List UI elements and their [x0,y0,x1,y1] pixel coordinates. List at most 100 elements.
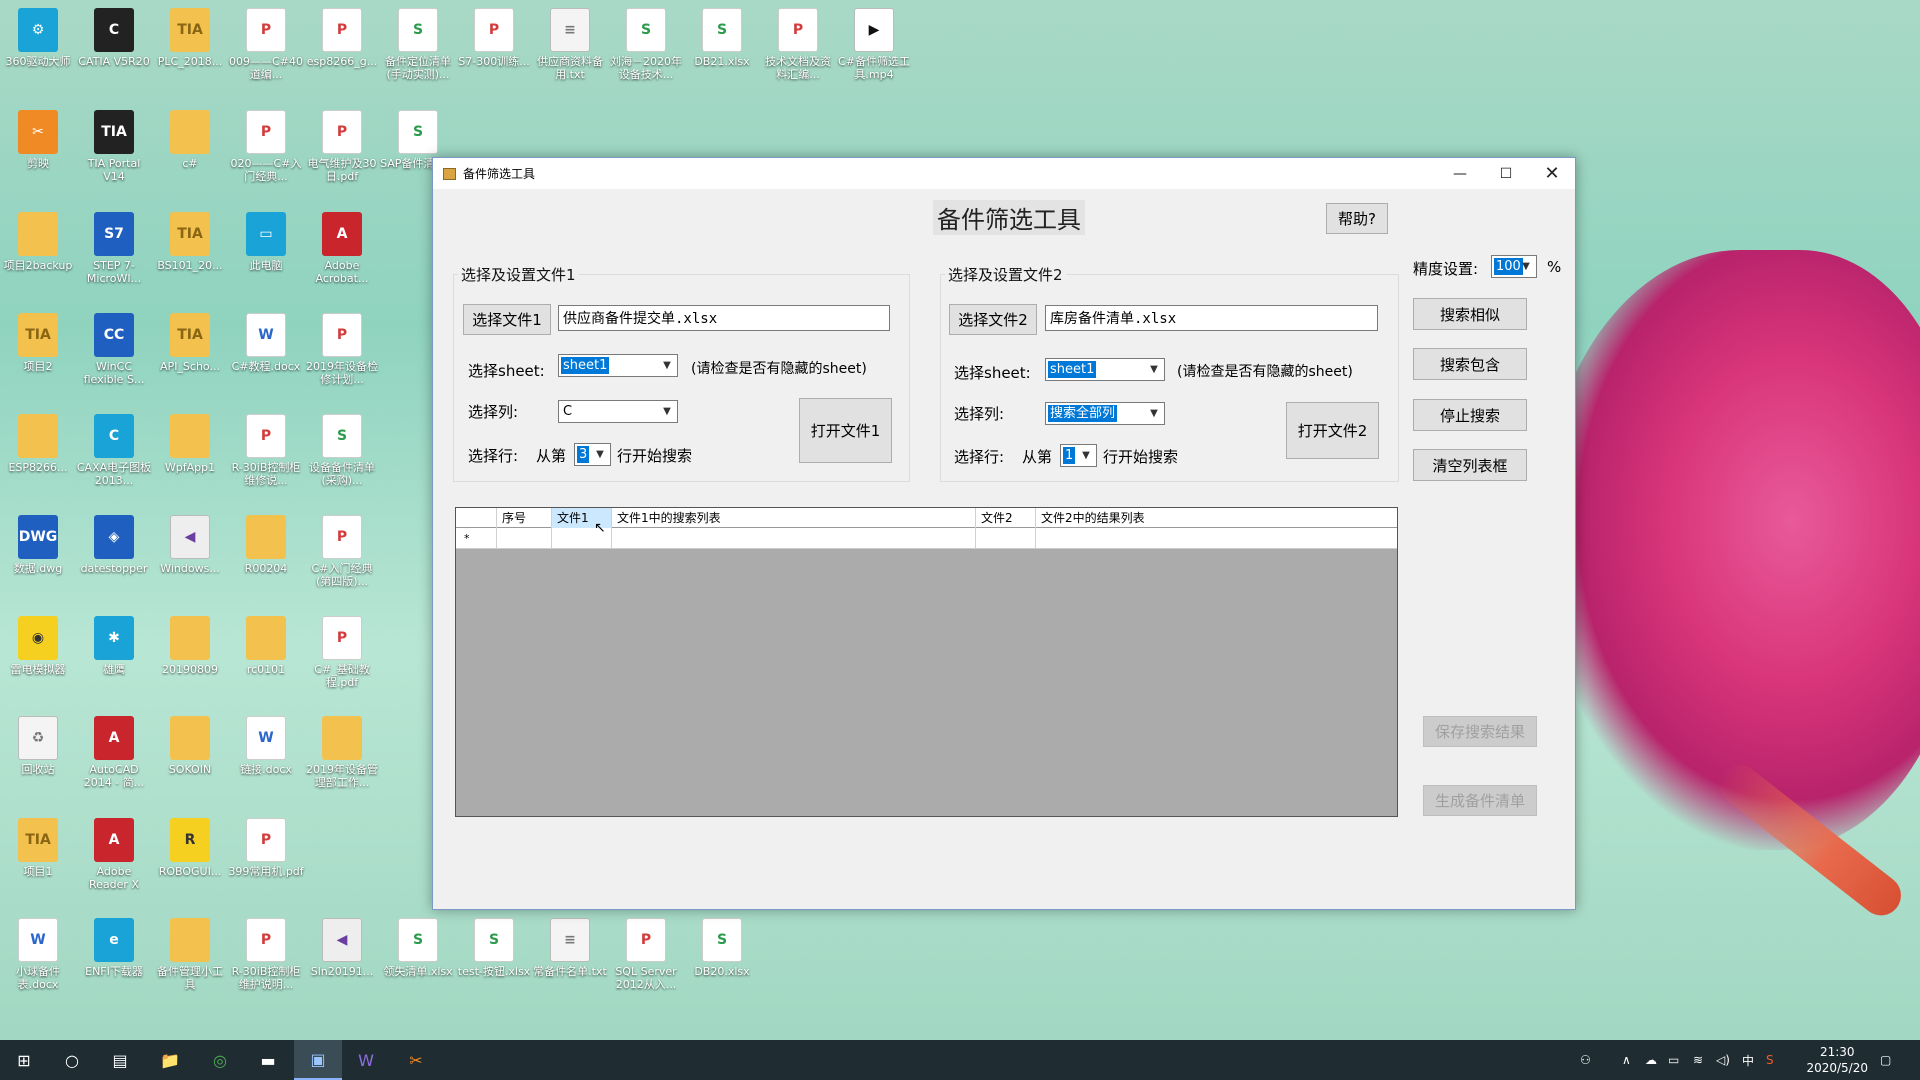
file1-path-field[interactable]: 供应商备件提交单.xlsx [558,305,890,331]
desktop-icon[interactable]: C CATIA V5R20 [76,8,152,68]
desktop-icon[interactable]: W C#教程.docx [228,313,304,373]
desktop-icon[interactable]: C CAXA电子图板2013... [76,414,152,487]
desktop-icon[interactable]: S7 STEP 7-MicroWI... [76,212,152,285]
search-icon[interactable]: ○ [48,1040,96,1080]
tray-chevron-up-icon[interactable]: ∧ [1622,1040,1631,1080]
desktop-icon[interactable]: P 020——C#入门经典... [228,110,304,183]
choose-file1-button[interactable]: 选择文件1 [463,304,551,335]
open-file2-button[interactable]: 打开文件2 [1286,402,1379,459]
tray-network-icon[interactable]: ☁ [1645,1040,1657,1080]
desktop-icon[interactable]: SOKOIN [152,716,228,776]
desktop-icon[interactable]: ▶ C#备件筛选工具.mp4 [836,8,912,81]
file-explorer-icon[interactable]: 📁 [146,1040,194,1080]
desktop-icon[interactable]: ▭ 此电脑 [228,212,304,272]
desktop-icon[interactable]: R ROBOGUI... [152,818,228,878]
terminal-icon[interactable]: ▬ [244,1040,292,1080]
desktop-icon[interactable]: DWG 数据.dwg [0,515,76,575]
desktop-icon[interactable]: P R-30iB控制柜维修说... [228,414,304,487]
desktop-icon[interactable]: 20190809 [152,616,228,676]
desktop-icon[interactable]: TIA BS101_20... [152,212,228,272]
desktop-icon[interactable]: TIA 项目2 [0,313,76,373]
file1-row-select[interactable]: 3 ▼ [574,443,611,466]
grid-header-file2[interactable]: 文件2 [976,508,1036,528]
desktop-icon[interactable]: Stest-按钮.xlsx [456,918,532,978]
tray-app-icon[interactable]: S [1766,1040,1774,1080]
desktop-icon[interactable]: rc0101 [228,616,304,676]
desktop-icon[interactable]: A Adobe Reader X [76,818,152,891]
file2-sheet-select[interactable]: sheet1 ▼ [1045,358,1165,381]
grid-header-index[interactable]: 序号 [497,508,552,528]
desktop-icon[interactable]: ◉ 雷电模拟器 [0,616,76,676]
file1-sheet-select[interactable]: sheet1 ▼ [558,354,678,377]
desktop-icon[interactable]: P 电气维护及30日.pdf [304,110,380,183]
notification-icon[interactable]: ▢ [1880,1040,1891,1080]
desktop-icon[interactable]: S 设备备件清单(采购)... [304,414,380,487]
desktop-icon[interactable]: ESP8266... [0,414,76,474]
search-contains-button[interactable]: 搜索包含 [1413,348,1527,380]
desktop-icon[interactable]: S 备件定位清单(手动实测)... [380,8,456,81]
desktop-icon[interactable]: 备件管理小工具 [152,918,228,991]
grid-cell[interactable] [1036,528,1397,549]
task-view-icon[interactable]: ▤ [96,1040,144,1080]
grid-cell[interactable] [497,528,552,549]
desktop-icon[interactable]: TIA PLC_2018... [152,8,228,68]
minimize-button[interactable]: — [1437,158,1483,189]
desktop-icon[interactable]: 2019年设备管理部工作... [304,716,380,789]
open-file1-button[interactable]: 打开文件1 [799,398,892,463]
desktop-icon[interactable]: CC WinCC flexible S... [76,313,152,386]
help-button[interactable]: 帮助? [1326,203,1388,234]
desktop-icon[interactable]: TIA TIA Portal V14 [76,110,152,183]
desktop-icon[interactable]: P C#_基础教程.pdf [304,616,380,689]
desktop-icon[interactable]: ◀ Windows... [152,515,228,575]
visual-studio-icon[interactable]: W [342,1040,390,1080]
desktop-icon[interactable]: P 009——C#40道编... [228,8,304,81]
maximize-button[interactable]: ☐ [1483,158,1529,189]
tray-wifi-icon[interactable]: ≋ [1693,1040,1703,1080]
file2-path-field[interactable]: 库房备件清单.xlsx [1045,305,1378,331]
desktop-icon[interactable]: W 链接.docx [228,716,304,776]
save-results-button[interactable]: 保存搜索结果 [1423,716,1537,747]
desktop-icon[interactable]: e ENFI下载器 [76,918,152,978]
results-grid[interactable]: 序号 文件1 文件1中的搜索列表 文件2 文件2中的结果列表 * [455,507,1398,817]
file2-column-select[interactable]: 搜索全部列 ▼ [1045,402,1165,425]
clock[interactable]: 21:30 2020/5/20 [1806,1044,1868,1076]
desktop-icon[interactable]: S DB21.xlsx [684,8,760,68]
desktop-icon[interactable]: ✂ 剪映 [0,110,76,170]
desktop-icon[interactable]: ✱ 雄鹰 [76,616,152,676]
desktop-icon[interactable]: S 刘海－2020年设备技术... [608,8,684,81]
desktop-icon[interactable]: R00204 [228,515,304,575]
file1-column-select[interactable]: C ▼ [558,400,678,423]
choose-file2-button[interactable]: 选择文件2 [949,304,1037,335]
spare-parts-tool-taskbar-icon[interactable]: ▣ [294,1040,342,1080]
search-similar-button[interactable]: 搜索相似 [1413,298,1527,330]
desktop-icon[interactable]: ⚙ 360驱动大师 [0,8,76,68]
desktop-icon[interactable]: A AutoCAD 2014 - 简... [76,716,152,789]
grid-cell[interactable] [612,528,976,549]
tray-person-icon[interactable]: ⚇ [1580,1040,1591,1080]
desktop-icon[interactable]: P 399常用机.pdf [228,818,304,878]
file2-row-select[interactable]: 1 ▼ [1060,444,1097,467]
video-editor-icon[interactable]: ✂ [392,1040,440,1080]
desktop-icon[interactable]: P R-30iB控制柜维护说明... [228,918,304,991]
tray-volume-icon[interactable]: ◁) [1716,1040,1730,1080]
desktop-icon[interactable]: S DB20.xlsx [684,918,760,978]
desktop-icon[interactable]: P 技术文档及资料汇编... [760,8,836,81]
desktop-icon[interactable]: WpfApp1 [152,414,228,474]
desktop-icon[interactable]: P SQL Server 2012从入... [608,918,684,991]
grid-header-file2-list[interactable]: 文件2中的结果列表 [1036,508,1397,528]
desktop-icon[interactable]: TIA 项目1 [0,818,76,878]
stop-search-button[interactable]: 停止搜索 [1413,399,1527,431]
generate-list-button[interactable]: 生成备件清单 [1423,785,1537,816]
clear-list-button[interactable]: 清空列表框 [1413,449,1527,481]
desktop-icon[interactable]: P C#入门经典(第四版)... [304,515,380,588]
desktop-icon[interactable]: W 小球备件表.docx [0,918,76,991]
desktop-icon[interactable]: ♻ 回收站 [0,716,76,776]
desktop-icon[interactable]: A Adobe Acrobat... [304,212,380,285]
desktop-icon[interactable]: ≡ 供应商资料备用.txt [532,8,608,81]
chrome-icon[interactable]: ◎ [196,1040,244,1080]
desktop-icon[interactable]: P 2019年设备检修计划... [304,313,380,386]
tray-battery-icon[interactable]: ▭ [1668,1040,1679,1080]
desktop-icon[interactable]: ◈ datestopper [76,515,152,575]
desktop-icon[interactable]: ≡ 常备件名单.txt [532,918,608,978]
desktop-icon[interactable]: P S7-300训练... [456,8,532,68]
